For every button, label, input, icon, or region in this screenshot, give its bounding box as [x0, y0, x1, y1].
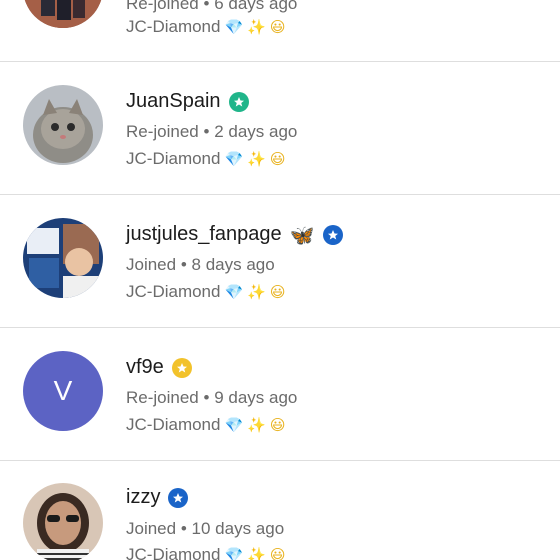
member-status-line: Re-joined • 9 days ago — [126, 388, 297, 408]
member-name-line: justjules_fanpage 🦋 — [126, 223, 343, 246]
member-status-line: Joined • 10 days ago — [126, 519, 284, 539]
member-time: 2 days ago — [214, 122, 298, 141]
list-item[interactable]: JuanSpain Re-joined • 2 days ago JC-Diam… — [0, 62, 560, 194]
member-name-line: JuanSpain — [126, 90, 249, 113]
member-status-line: Re-joined • 2 days ago — [126, 122, 297, 142]
member-time: 8 days ago — [191, 255, 275, 274]
member-name[interactable]: justjules_fanpage — [126, 223, 282, 246]
member-tier: JC-Diamond — [126, 282, 221, 301]
member-name[interactable]: vf9e — [126, 356, 164, 379]
smiley-icon: 😃 — [269, 149, 286, 168]
member-tier-line: JC-Diamond 💎 ✨ 😃 — [126, 17, 286, 37]
butterfly-icon: 🦋 — [289, 222, 315, 247]
sparkles-icon: ✨ — [247, 17, 266, 36]
sparkles-icon: ✨ — [247, 282, 266, 301]
star-badge-icon — [168, 487, 189, 508]
smiley-icon: 😃 — [269, 282, 286, 301]
member-time: 6 days ago — [214, 0, 298, 13]
avatar[interactable] — [23, 218, 103, 298]
avatar-letter: V — [53, 375, 73, 406]
member-tier-line: JC-Diamond 💎 ✨ 😃 — [126, 545, 286, 560]
member-tier: JC-Diamond — [126, 17, 221, 36]
list-item[interactable]: izzy Joined • 10 days ago JC-Diamond 💎 ✨… — [0, 461, 560, 560]
separator-dot: • — [180, 255, 187, 274]
member-status-line: Joined • 8 days ago — [126, 255, 275, 275]
sparkles-icon: ✨ — [247, 415, 266, 434]
smiley-icon: 😃 — [269, 17, 286, 36]
list-item[interactable]: justjules_fanpage 🦋 Joined • 8 days ago … — [0, 195, 560, 327]
smiley-icon: 😃 — [269, 545, 286, 560]
member-status: Re-joined — [126, 388, 199, 407]
diamond-icon: 💎 — [224, 149, 244, 168]
member-time: 10 days ago — [191, 519, 285, 538]
star-badge-icon — [228, 91, 249, 112]
member-tier-line: JC-Diamond 💎 ✨ 😃 — [126, 149, 286, 169]
diamond-icon: 💎 — [224, 17, 244, 36]
member-name[interactable]: JuanSpain — [126, 90, 221, 113]
separator-dot: • — [203, 388, 210, 407]
avatar[interactable] — [23, 0, 103, 28]
member-tier: JC-Diamond — [126, 415, 221, 434]
member-tier-line: JC-Diamond 💎 ✨ 😃 — [126, 415, 286, 435]
member-status: Joined — [126, 519, 177, 538]
star-badge-icon — [322, 224, 343, 245]
avatar[interactable]: V — [23, 351, 103, 431]
smiley-icon: 😃 — [269, 415, 286, 434]
member-status: Joined — [126, 255, 177, 274]
member-status-line: Re-joined • 6 days ago — [126, 0, 297, 14]
list-item[interactable]: Re-joined • 6 days ago JC-Diamond 💎 ✨ 😃 — [0, 0, 560, 61]
member-status: Re-joined — [126, 122, 199, 141]
list-item[interactable]: V vf9e Re-joined • 9 days ago JC-Diamond… — [0, 328, 560, 460]
separator-dot: • — [203, 122, 210, 141]
separator-dot: • — [180, 519, 187, 538]
member-name-line: izzy — [126, 486, 189, 509]
separator-dot: • — [203, 0, 210, 13]
diamond-icon: 💎 — [224, 415, 244, 434]
member-tier-line: JC-Diamond 💎 ✨ 😃 — [126, 282, 286, 302]
diamond-icon: 💎 — [224, 545, 244, 560]
member-tier: JC-Diamond — [126, 545, 221, 560]
diamond-icon: 💎 — [224, 282, 244, 301]
avatar[interactable] — [23, 85, 103, 165]
member-name-line: vf9e — [126, 356, 192, 379]
member-status: Re-joined — [126, 0, 199, 13]
member-tier: JC-Diamond — [126, 149, 221, 168]
avatar[interactable] — [23, 483, 103, 560]
star-badge-icon — [171, 357, 192, 378]
member-name[interactable]: izzy — [126, 486, 160, 509]
member-time: 9 days ago — [214, 388, 298, 407]
sparkles-icon: ✨ — [247, 149, 266, 168]
sparkles-icon: ✨ — [247, 545, 266, 560]
